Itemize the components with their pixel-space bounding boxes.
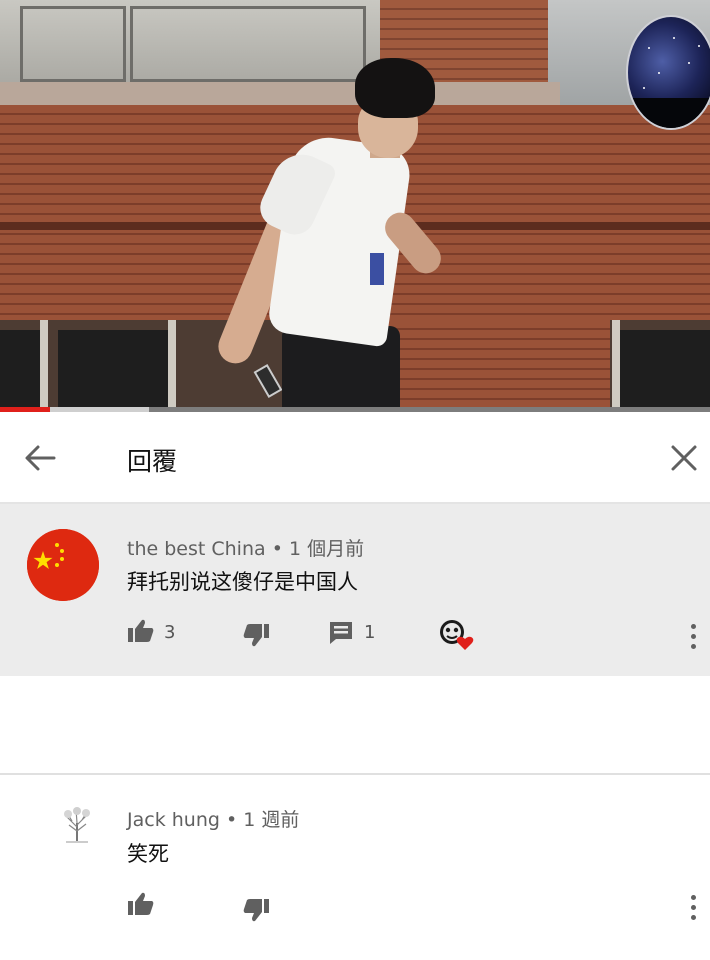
reply-count: 1 <box>364 622 376 643</box>
creator-heart-icon <box>440 620 474 650</box>
video-person <box>213 58 450 412</box>
comment-parent: the best China • 1 個月前 拜托别说这傻仔是中国人 3 1 <box>0 504 710 676</box>
dislike-button[interactable] <box>242 897 270 927</box>
meta-separator: • <box>225 809 238 831</box>
back-button[interactable] <box>20 440 60 476</box>
avatar[interactable] <box>54 801 100 847</box>
comment-menu-button[interactable] <box>685 622 701 652</box>
close-button[interactable] <box>664 440 704 476</box>
comment-text: 笑死 <box>127 842 169 866</box>
comment-actions <box>0 889 710 929</box>
video-player[interactable] <box>0 0 710 412</box>
comment-author[interactable]: Jack hung <box>127 809 220 831</box>
thumbs-down-icon <box>243 899 269 922</box>
avatar[interactable] <box>27 529 99 601</box>
comment-author[interactable]: the best China <box>127 538 266 560</box>
arrow-left-icon <box>25 445 56 471</box>
comment-menu-button[interactable] <box>685 893 701 923</box>
like-button[interactable] <box>127 891 155 921</box>
comment-text: 拜托别说这傻仔是中国人 <box>127 570 358 594</box>
china-flag-icon <box>27 529 99 601</box>
page-title: 回覆 <box>127 447 178 476</box>
thumbs-up-icon <box>128 892 154 915</box>
reply-button[interactable] <box>328 620 354 650</box>
thumbs-down-icon <box>243 624 269 647</box>
comment-actions: 3 1 <box>0 616 710 656</box>
comment-icon <box>330 622 352 644</box>
like-button[interactable] <box>127 618 155 648</box>
creator-heart <box>438 618 476 656</box>
meta-separator: • <box>271 538 283 560</box>
channel-avatar[interactable] <box>626 15 710 130</box>
comment-time: 1 週前 <box>243 809 300 831</box>
tree-sketch-icon <box>64 807 90 843</box>
replies-header: 回覆 <box>0 412 710 504</box>
comment-meta: Jack hung • 1 週前 <box>127 805 299 832</box>
thumbs-up-icon <box>128 619 154 642</box>
comment-meta: the best China • 1 個月前 <box>127 534 364 561</box>
close-icon <box>671 445 697 471</box>
comment-time: 1 個月前 <box>288 538 365 560</box>
like-count: 3 <box>164 622 176 643</box>
comment-reply: Jack hung • 1 週前 笑死 <box>0 775 710 960</box>
dislike-button[interactable] <box>242 622 270 652</box>
